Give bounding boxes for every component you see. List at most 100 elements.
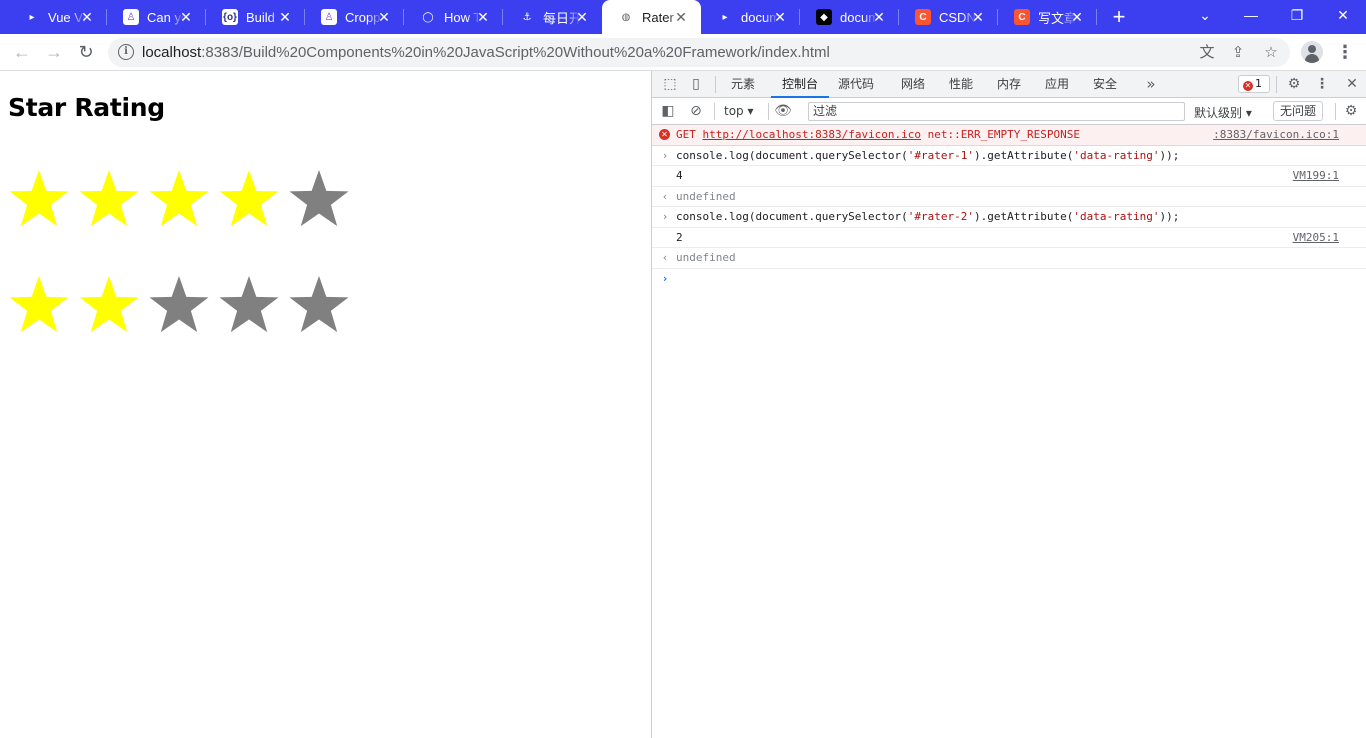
forward-icon[interactable]: →	[41, 39, 67, 65]
tab-favicon-icon: C	[1014, 9, 1030, 25]
star-icon	[9, 276, 69, 333]
live-expression-eye-icon[interactable]: 👁	[774, 102, 792, 120]
devtools-tab[interactable]: 元素	[724, 71, 762, 98]
tab-favicon-icon: ♙	[123, 9, 139, 25]
browser-tab[interactable]: C 写文章 ✕	[998, 0, 1097, 34]
tab-separator	[1096, 9, 1097, 25]
tab-search-icon[interactable]: ⌄	[1182, 0, 1228, 34]
star-5[interactable]	[286, 272, 356, 338]
device-toolbar-icon[interactable]: ▯	[687, 75, 705, 93]
tab-favicon-icon: ▸	[722, 11, 728, 23]
clear-console-icon[interactable]: ⊘	[687, 102, 705, 120]
devtools-tab[interactable]: 源代码	[833, 71, 879, 98]
tab-close-icon[interactable]: ✕	[970, 9, 986, 25]
devtools-tab[interactable]: 性能	[943, 71, 979, 98]
star-1[interactable]	[6, 272, 76, 338]
star-5[interactable]	[286, 166, 356, 232]
star-4[interactable]	[216, 272, 286, 338]
browser-tab[interactable]: C CSDN ✕	[899, 0, 998, 34]
browser-tab[interactable]: ♙ Cropp ✕	[305, 0, 404, 34]
input-chevron-icon: ›	[661, 148, 669, 162]
back-icon[interactable]: ←	[9, 39, 35, 65]
browser-menu-icon[interactable]: ⋮	[1336, 39, 1354, 65]
devtools-tab[interactable]: 控制台	[771, 71, 829, 98]
star-2[interactable]	[76, 272, 146, 338]
star-2[interactable]	[76, 166, 146, 232]
devtools-tab[interactable]: 网络	[895, 71, 931, 98]
star-icon	[9, 170, 69, 227]
tab-close-icon[interactable]: ✕	[673, 9, 689, 25]
error-url-link[interactable]: http://localhost:8383/favicon.ico	[703, 128, 922, 141]
tab-close-icon[interactable]: ✕	[376, 9, 392, 25]
devtools-menu-icon[interactable]: ⋮	[1313, 75, 1331, 93]
close-devtools-icon[interactable]: ✕	[1343, 75, 1361, 93]
site-info-icon[interactable]: i	[118, 44, 134, 60]
settings-gear-icon[interactable]: ⚙	[1285, 75, 1303, 93]
profile-avatar-icon[interactable]	[1301, 41, 1323, 63]
minimize-icon[interactable]: —	[1228, 0, 1274, 34]
divider	[1276, 76, 1277, 93]
error-count-badge[interactable]: ✕ 1	[1238, 75, 1270, 93]
browser-tab[interactable]: ◍ Rater ✕	[602, 0, 701, 34]
tab-close-icon[interactable]: ✕	[1069, 9, 1085, 25]
devtools-tab[interactable]: 应用	[1039, 71, 1075, 98]
browser-toolbar: ← → ↻ i localhost:8383/Build%20Component…	[0, 34, 1366, 71]
tab-close-icon[interactable]: ✕	[772, 9, 788, 25]
close-window-icon[interactable]: ✕	[1320, 0, 1366, 34]
context-select[interactable]: top ▾	[724, 104, 754, 118]
console-settings-gear-icon[interactable]: ⚙	[1342, 102, 1360, 120]
input-chevron-icon: ›	[661, 210, 669, 223]
browser-tab[interactable]: ▸ docum ✕	[701, 0, 800, 34]
address-url: localhost:8383/Build%20Components%20in%2…	[142, 44, 830, 61]
browser-tab[interactable]: ◯ How T ✕	[404, 0, 503, 34]
address-bar[interactable]: i localhost:8383/Build%20Components%20in…	[108, 38, 1290, 67]
tab-close-icon[interactable]: ✕	[574, 9, 590, 25]
page-title: Star Rating	[8, 93, 165, 122]
tab-strip: ▸ Vue Vi ✕ ♙ Can yo ✕ {o} Build ✕ ♙ Cropp ✕ ◯ How T ✕…	[0, 0, 1366, 34]
star-4[interactable]	[216, 166, 286, 232]
translate-icon[interactable]: 文	[1197, 43, 1217, 63]
star-rater-1	[6, 166, 356, 232]
tab-close-icon[interactable]: ✕	[475, 9, 491, 25]
share-icon[interactable]: ⇪	[1228, 43, 1248, 63]
tab-close-icon[interactable]: ✕	[178, 9, 194, 25]
devtools-tab[interactable]: 内存	[991, 71, 1027, 98]
tab-close-icon[interactable]: ✕	[277, 9, 293, 25]
browser-tab[interactable]: ♙ Can yo ✕	[107, 0, 206, 34]
browser-tab[interactable]: ▸ Vue Vi ✕	[8, 0, 107, 34]
prompt-chevron-icon: ›	[661, 271, 669, 285]
inspect-element-icon[interactable]: ⬚	[661, 75, 679, 93]
browser-tab[interactable]: ◆ docum ✕	[800, 0, 899, 34]
restore-icon[interactable]: ❐	[1274, 0, 1320, 34]
log-levels-select[interactable]: 默认级别 ▾	[1194, 104, 1252, 121]
bookmark-star-icon[interactable]: ☆	[1261, 43, 1281, 63]
more-tabs-icon[interactable]: »	[1142, 75, 1160, 93]
new-tab-button[interactable]: +	[1108, 6, 1130, 28]
source-link[interactable]: VM199:1	[1293, 166, 1339, 186]
sidebar-toggle-icon[interactable]: ◧	[659, 102, 677, 120]
console-filter-input[interactable]: 过滤	[808, 102, 1185, 121]
tab-favicon-icon: ◆	[816, 9, 832, 25]
error-icon: ✕	[659, 129, 670, 140]
tab-close-icon[interactable]: ✕	[871, 9, 887, 25]
return-arrow-icon: ‹	[661, 189, 669, 203]
source-link[interactable]: :8383/favicon.ico:1	[1213, 125, 1339, 145]
star-3[interactable]	[146, 272, 216, 338]
console-output: 4 VM199:1	[652, 166, 1366, 187]
star-3[interactable]	[146, 166, 216, 232]
browser-tab[interactable]: ⚓ 每日开 ✕	[503, 0, 602, 34]
tab-close-icon[interactable]: ✕	[79, 9, 95, 25]
star-icon	[149, 276, 209, 333]
error-icon: ✕	[1243, 81, 1253, 91]
star-1[interactable]	[6, 166, 76, 232]
star-icon	[289, 170, 349, 227]
page-viewport: Star Rating	[0, 71, 651, 738]
tab-favicon-icon: {o}	[222, 9, 238, 25]
reload-icon[interactable]: ↻	[73, 39, 99, 65]
tab-favicon-icon: ◍	[621, 11, 631, 23]
browser-tab[interactable]: {o} Build ✕	[206, 0, 305, 34]
devtools-tab[interactable]: 安全	[1087, 71, 1123, 98]
source-link[interactable]: VM205:1	[1293, 228, 1339, 248]
issues-button[interactable]: 无问题	[1273, 101, 1324, 121]
console-prompt-input[interactable]: ›	[652, 269, 1366, 290]
